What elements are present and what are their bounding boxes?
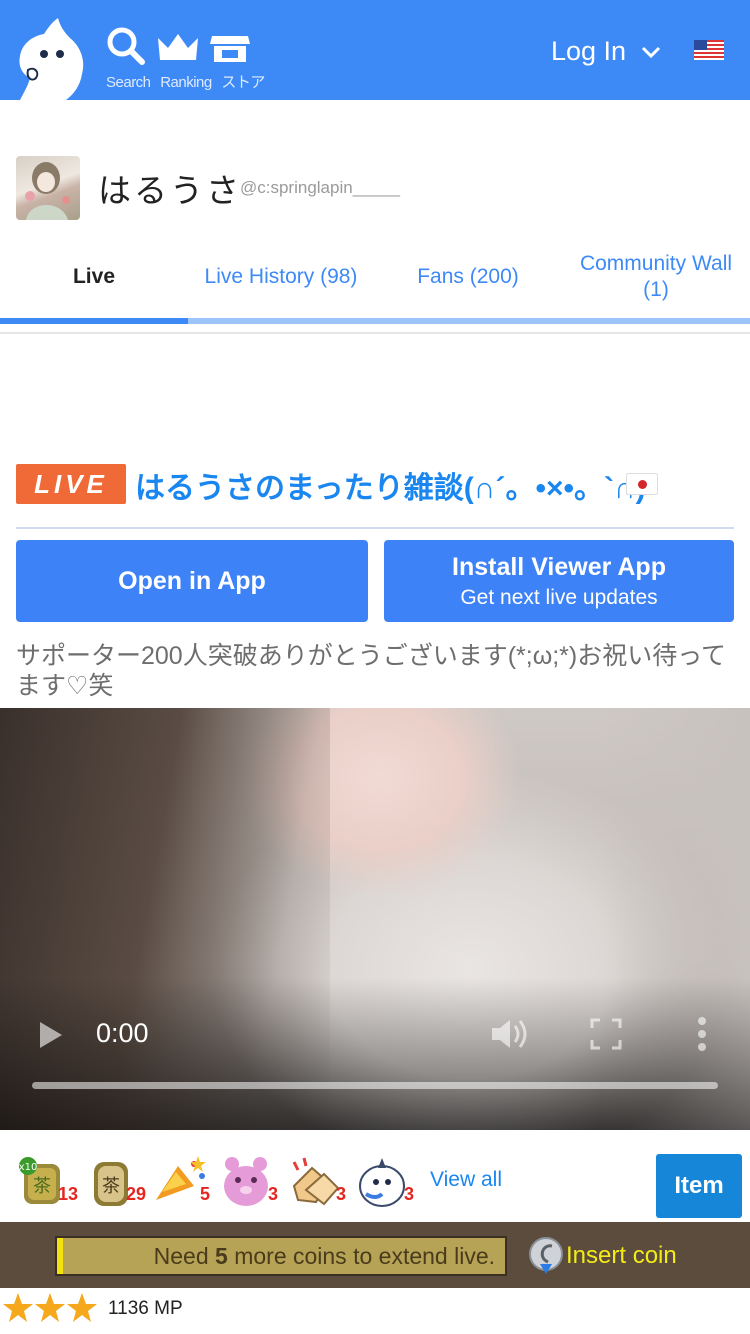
star-icon [67, 1293, 97, 1322]
nav-label-ranking[interactable]: Ranking [160, 74, 212, 91]
store-icon[interactable] [210, 36, 250, 62]
live-description: サポーター200人突破ありがとうございます(*;ω;*)お祝い待ってます♡笑 [16, 642, 726, 700]
coins-needed-prefix: Need [153, 1242, 216, 1269]
coin-icon[interactable] [526, 1236, 566, 1276]
live-badge: LIVE [16, 464, 126, 504]
svg-text:茶: 茶 [33, 1176, 51, 1197]
star-icon [35, 1293, 65, 1322]
video-controls-shade [0, 978, 750, 1130]
gift-count: 3 [336, 1184, 347, 1204]
coins-needed-count: 5 [215, 1242, 228, 1269]
gift-count: 3 [268, 1184, 279, 1204]
top-header: Search Ranking ストア Log In [0, 0, 750, 100]
open-in-app-button[interactable]: Open in App [16, 540, 368, 622]
star-rating [3, 1293, 97, 1322]
open-in-app-label: Open in App [118, 566, 266, 595]
coins-needed-message: Need 5 more coins to extend live. [55, 1236, 507, 1276]
nav-label-search[interactable]: Search [106, 74, 151, 91]
star-icon [3, 1293, 33, 1322]
svg-text:x10: x10 [19, 1162, 38, 1173]
mp-score: 1136 MP [108, 1298, 183, 1319]
gift-count: 13 [58, 1184, 79, 1204]
nav-label-store[interactable]: ストア [221, 74, 265, 91]
crown-icon[interactable] [158, 34, 198, 60]
profile-handle: @c:springlapin_____ [240, 178, 400, 197]
gift-count: 29 [126, 1184, 147, 1204]
tab-community-wall[interactable]: Community Wall (1) [562, 236, 750, 318]
gift-count: 3 [404, 1184, 415, 1204]
live-title: はるうさのまったり雑談(∩´。•×•。`∩) [135, 472, 646, 505]
volume-icon[interactable] [490, 1016, 530, 1052]
japan-flag-icon [626, 473, 658, 495]
nav-labels: Search Ranking ストア [106, 71, 271, 92]
tab-fans[interactable]: Fans (200) [374, 236, 562, 318]
more-options-icon[interactable] [696, 1016, 708, 1052]
login-link[interactable]: Log In [551, 36, 626, 67]
play-icon[interactable] [36, 1020, 64, 1050]
insert-coin-link[interactable]: Insert coin [566, 1242, 677, 1270]
item-button[interactable]: Item [656, 1154, 742, 1218]
tab-live[interactable]: Live [0, 236, 188, 318]
video-time: 0:00 [96, 1018, 149, 1048]
search-icon[interactable] [107, 27, 145, 65]
video-progress-bar[interactable] [32, 1082, 718, 1089]
tab-indicator-active [0, 318, 188, 324]
install-viewer-app-sublabel: Get next live updates [460, 585, 658, 609]
nav-icon-group [107, 27, 250, 65]
bird-logo-icon[interactable] [14, 16, 88, 100]
view-all-gifts-link[interactable]: View all [430, 1168, 502, 1192]
avatar-illustration [25, 162, 70, 220]
video-player[interactable] [0, 708, 750, 1130]
gift-count: 5 [200, 1184, 211, 1204]
svg-text:茶: 茶 [102, 1176, 120, 1197]
title-divider [16, 527, 734, 529]
coins-needed-suffix: more coins to extend live. [227, 1242, 495, 1269]
us-flag-icon[interactable] [694, 40, 724, 60]
gift-summary: 茶 x10 茶 [0, 1140, 750, 1222]
profile-tabs: Live Live History (98) Fans (200) Commun… [0, 236, 750, 326]
chevron-down-icon[interactable] [640, 44, 662, 60]
tab-divider [0, 332, 750, 334]
avatar[interactable] [16, 156, 80, 220]
install-viewer-app-label: Install Viewer App [452, 552, 666, 581]
fullscreen-icon[interactable] [590, 1018, 622, 1050]
tab-live-history[interactable]: Live History (98) [188, 236, 374, 318]
profile-name: はるうさ [98, 172, 242, 209]
install-viewer-app-button[interactable]: Install Viewer App Get next live updates [384, 540, 734, 622]
